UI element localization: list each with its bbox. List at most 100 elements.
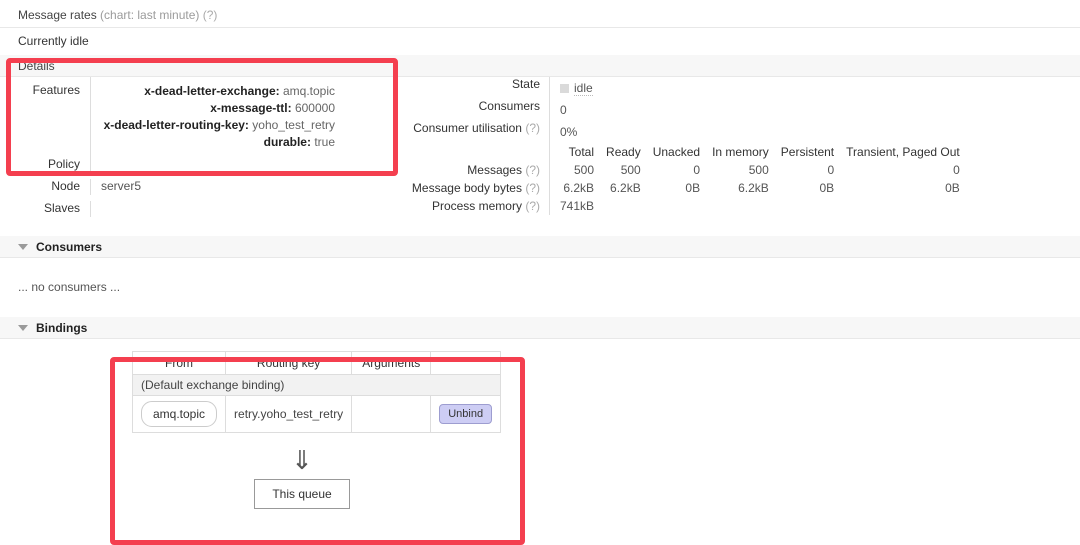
table-row: amq.topic retry.yoho_test_retry Unbind bbox=[131, 395, 502, 433]
cell-messages-persistent: 0 bbox=[827, 163, 835, 177]
consumer-utilisation-row: Consumer utilisation (?) 0% bbox=[390, 121, 1010, 143]
feature-key: x-dead-letter-exchange: bbox=[144, 84, 280, 98]
consumers-count-row: Consumers 0 bbox=[390, 99, 1010, 121]
message-rates-status-text: Currently idle bbox=[18, 34, 89, 48]
cell-process-memory-ready bbox=[594, 197, 641, 215]
feature-value: yoho_test_retry bbox=[252, 118, 335, 132]
column-header-actions bbox=[430, 351, 502, 375]
binding-action-cell: Unbind bbox=[430, 395, 502, 433]
column-header-from: From bbox=[131, 351, 227, 375]
feature-key: x-message-ttl: bbox=[210, 101, 292, 115]
column-header-total: Total bbox=[549, 143, 595, 161]
state-row: State idle bbox=[390, 77, 1010, 99]
column-header-unacked: Unacked bbox=[652, 145, 701, 159]
feature-value: 600000 bbox=[294, 101, 335, 115]
details-header: Details bbox=[0, 54, 1080, 77]
slaves-value bbox=[90, 201, 380, 217]
consumer-utilisation-text: Consumer utilisation bbox=[413, 121, 522, 135]
row-label-message-body-bytes: Message body bytes (?) bbox=[390, 179, 550, 197]
row-label-messages-text: Messages bbox=[467, 163, 522, 177]
cell-messages-in-memory: 500 bbox=[748, 163, 769, 177]
features-row: Features x-dead-letter-exchange: amq.top… bbox=[0, 77, 380, 157]
column-header-in-memory: In memory bbox=[712, 145, 769, 159]
cell-process-memory-unacked bbox=[641, 197, 700, 215]
message-body-bytes-help-icon[interactable]: (?) bbox=[525, 181, 540, 195]
column-header-persistent: Persistent bbox=[780, 145, 835, 159]
cell-bytes-transient: 0B bbox=[945, 181, 960, 195]
cell-bytes-unacked: 0B bbox=[685, 181, 701, 195]
cell-messages-unacked: 0 bbox=[693, 163, 701, 177]
state-swatch-icon bbox=[560, 84, 569, 93]
feature-value: amq.topic bbox=[282, 84, 335, 98]
queue-stats-table: Total Ready Unacked In memory Persistent… bbox=[390, 143, 960, 215]
column-header-arguments: Arguments bbox=[351, 351, 432, 375]
details-right-column: State idle Consumers 0 Consumer utilisat… bbox=[390, 77, 1010, 215]
default-exchange-binding-label: (Default exchange binding) bbox=[131, 374, 502, 396]
state-value: idle bbox=[574, 81, 593, 96]
feature-key: x-dead-letter-routing-key: bbox=[103, 118, 249, 132]
details-header-label: Details bbox=[18, 59, 55, 73]
cell-bytes-in-memory: 6.2kB bbox=[738, 181, 769, 195]
cell-messages-transient: 0 bbox=[953, 163, 960, 177]
policy-label: Policy bbox=[47, 157, 80, 171]
this-queue-node: This queue bbox=[254, 479, 350, 509]
feature-item: x-dead-letter-exchange: amq.topic bbox=[101, 83, 380, 100]
policy-row: Policy bbox=[0, 157, 380, 179]
feature-value: true bbox=[314, 135, 335, 149]
details-left-column: Features x-dead-letter-exchange: amq.top… bbox=[0, 77, 380, 227]
process-memory-help-icon[interactable]: (?) bbox=[525, 199, 540, 213]
message-rates-status: Currently idle bbox=[0, 28, 1080, 54]
consumer-utilisation-value: 0% bbox=[549, 121, 577, 143]
default-exchange-row: (Default exchange binding) bbox=[131, 374, 502, 396]
slaves-label: Slaves bbox=[43, 201, 80, 215]
binding-arguments-cell bbox=[351, 395, 432, 433]
feature-key: durable: bbox=[263, 135, 311, 149]
binding-routing-key-cell: retry.yoho_test_retry bbox=[225, 395, 353, 433]
features-list: x-dead-letter-exchange: amq.topic x-mess… bbox=[90, 77, 380, 157]
node-value: server5 bbox=[90, 179, 380, 195]
binding-from-cell: amq.topic bbox=[131, 395, 227, 433]
message-rates-chart-note: (chart: last minute) bbox=[100, 8, 200, 22]
row-label-process-memory-text: Process memory bbox=[431, 199, 522, 213]
column-header-transient-paged-out: Transient, Paged Out bbox=[846, 145, 960, 159]
row-label-process-memory: Process memory (?) bbox=[390, 197, 550, 215]
feature-item: x-dead-letter-routing-key: yoho_test_ret… bbox=[101, 117, 380, 134]
bindings-section-header[interactable]: Bindings bbox=[0, 316, 1080, 339]
consumers-count-value: 0 bbox=[549, 99, 567, 121]
bindings-table: From Routing key Arguments (Default exch… bbox=[131, 351, 502, 433]
details-body: Features x-dead-letter-exchange: amq.top… bbox=[0, 77, 1080, 235]
bindings-body: From Routing key Arguments (Default exch… bbox=[0, 339, 1080, 524]
binding-flow-diagram: ⇓ This queue bbox=[132, 446, 472, 509]
table-row: Messages (?) 500 500 0 500 0 0 bbox=[390, 161, 960, 179]
table-header-row: Total Ready Unacked In memory Persistent… bbox=[390, 143, 960, 161]
slaves-row: Slaves bbox=[0, 201, 380, 227]
cell-process-memory-transient bbox=[834, 197, 960, 215]
feature-item: x-message-ttl: 600000 bbox=[101, 100, 380, 117]
table-header-row: From Routing key Arguments bbox=[131, 351, 502, 375]
features-label: Features bbox=[32, 83, 80, 97]
unbind-button[interactable]: Unbind bbox=[439, 404, 493, 424]
cell-bytes-ready: 6.2kB bbox=[610, 181, 641, 195]
state-label: State bbox=[511, 77, 540, 91]
consumers-section-label: Consumers bbox=[36, 240, 103, 254]
message-rates-header: Message rates (chart: last minute) (?) bbox=[0, 0, 1080, 28]
exchange-link-amq-topic[interactable]: amq.topic bbox=[141, 401, 218, 427]
table-row: Process memory (?) 741kB bbox=[390, 197, 960, 215]
cell-messages-ready: 500 bbox=[620, 163, 641, 177]
state-value-cell: idle bbox=[549, 77, 593, 99]
message-rates-help-icon[interactable]: (?) bbox=[203, 8, 218, 22]
consumer-utilisation-help-icon[interactable]: (?) bbox=[525, 121, 540, 135]
table-row: Message body bytes (?) 6.2kB 6.2kB 0B 6.… bbox=[390, 179, 960, 197]
consumers-section-header[interactable]: Consumers bbox=[0, 235, 1080, 258]
messages-help-icon[interactable]: (?) bbox=[525, 163, 540, 177]
double-down-arrow-icon: ⇓ bbox=[291, 446, 313, 476]
consumers-empty-text: ... no consumers ... bbox=[18, 280, 121, 294]
node-label: Node bbox=[51, 179, 80, 193]
message-rates-label: Message rates bbox=[18, 8, 97, 22]
cell-bytes-persistent: 0B bbox=[819, 181, 835, 195]
column-header-routing-key: Routing key bbox=[225, 351, 353, 375]
row-label-messages: Messages (?) bbox=[390, 161, 550, 179]
consumers-count-label: Consumers bbox=[478, 99, 540, 113]
column-header-ready: Ready bbox=[606, 145, 641, 159]
cell-messages-total: 500 bbox=[549, 161, 595, 179]
